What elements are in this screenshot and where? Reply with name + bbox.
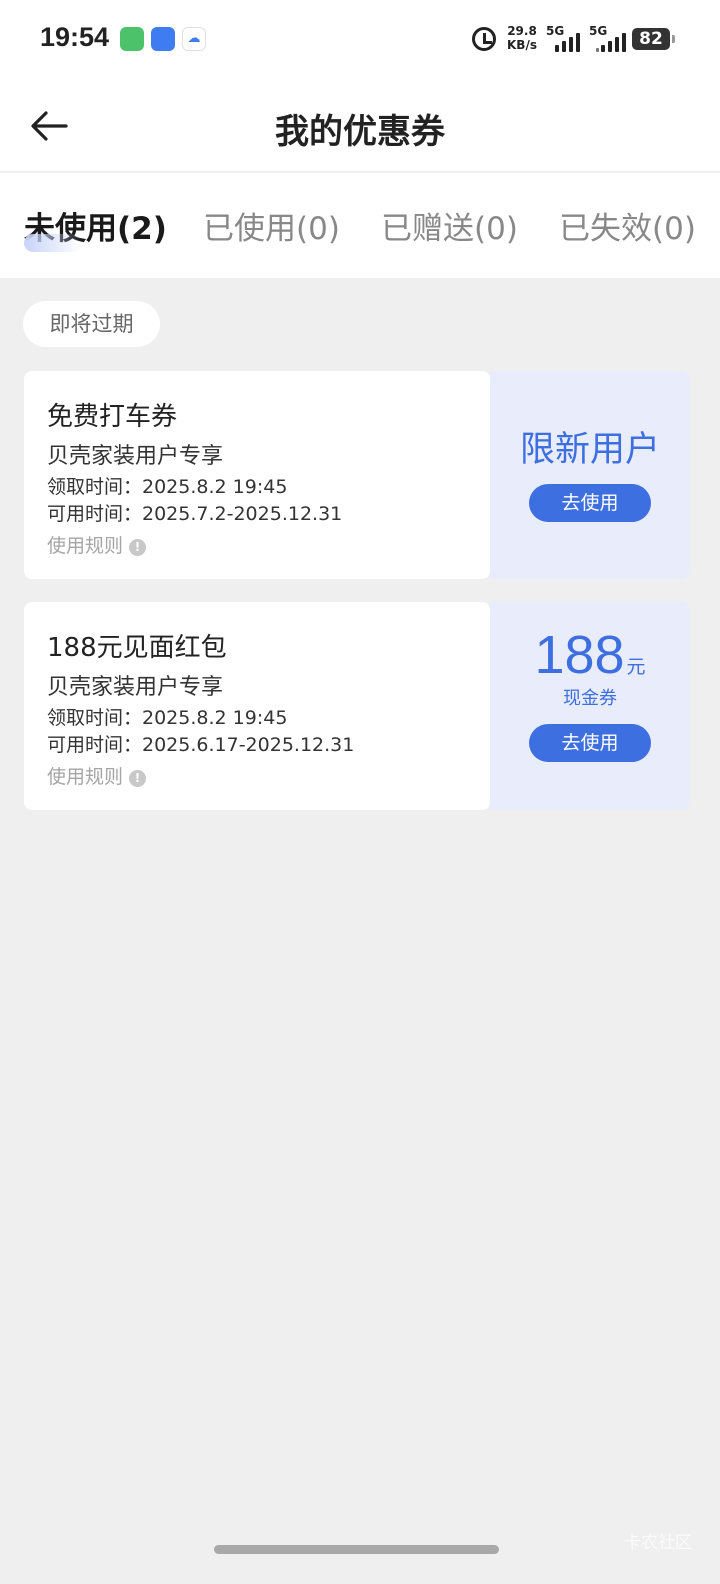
usage-rules-label: 使用规则 <box>47 766 124 788</box>
coupon-valid-period: 可用时间：2025.7.2-2025.12.31 <box>47 503 343 525</box>
tab-used[interactable]: 已使用(0) <box>203 203 340 248</box>
usage-rules-link[interactable]: 使用规则! <box>47 531 147 558</box>
coupon-subtitle: 贝壳家装用户专享 <box>47 444 224 469</box>
phone-app-icon <box>120 27 144 51</box>
info-icon: ! <box>129 539 147 556</box>
tab-gifted[interactable]: 已赠送(0) <box>381 203 518 248</box>
signal-icon-2 <box>596 30 626 52</box>
usage-rules-link[interactable]: 使用规则! <box>47 762 147 789</box>
amount-unit: 元 <box>626 656 646 678</box>
status-bar: 19:54 ☁ 29.8 KB/s 5G 5G 82 <box>0 0 720 80</box>
watermark: 卡农社区 <box>624 1533 692 1553</box>
usage-rules-label: 使用规则 <box>47 535 124 557</box>
coupon-received-time: 领取时间：2025.8.2 19:45 <box>47 707 288 729</box>
network-speed-unit: KB/s <box>507 38 537 52</box>
header-bar: 我的优惠券 <box>0 80 720 172</box>
use-coupon-button[interactable]: 去使用 <box>529 724 651 762</box>
page-title: 我的优惠券 <box>275 112 445 152</box>
coupon-card-cash: 188元见面红包 贝壳家装用户专享 领取时间：2025.8.2 19:45 可用… <box>24 602 690 810</box>
coupon-name: 免费打车券 <box>47 402 178 432</box>
coupon-card-taxi: 免费打车券 贝壳家装用户专享 领取时间：2025.8.2 19:45 可用时间：… <box>24 371 690 579</box>
coupon-details: 188元见面红包 贝壳家装用户专享 领取时间：2025.8.2 19:45 可用… <box>24 602 490 810</box>
signal-icon <box>555 30 583 52</box>
coupon-details: 免费打车券 贝壳家装用户专享 领取时间：2025.8.2 19:45 可用时间：… <box>24 371 490 579</box>
info-icon: ! <box>129 770 147 787</box>
amount-type: 现金券 <box>563 688 617 709</box>
network-speed-value: 29.8 <box>507 24 537 38</box>
coupon-subtitle: 贝壳家装用户专享 <box>47 675 224 700</box>
coupon-received-time: 领取时间：2025.8.2 19:45 <box>47 476 288 498</box>
coupon-amount: 188 元 <box>490 624 690 686</box>
alarm-icon <box>472 27 496 51</box>
tab-expired[interactable]: 已失效(0) <box>559 203 696 248</box>
cloud-app-icon: ☁ <box>182 27 206 51</box>
tab-bar: 未使用(2) 已使用(0) 已赠送(0) 已失效(0) <box>0 173 720 278</box>
status-time: 19:54 <box>40 22 110 52</box>
coupon-value-panel: 188 元 现金券 去使用 <box>490 602 690 810</box>
browser-app-icon <box>151 27 175 51</box>
network-speed: 29.8 KB/s <box>505 24 539 52</box>
amount-value: 188 <box>534 625 625 685</box>
active-tab-indicator <box>24 234 82 252</box>
use-coupon-button[interactable]: 去使用 <box>529 484 651 522</box>
new-user-badge: 限新用户 <box>519 430 660 470</box>
expiring-soon-chip: 即将过期 <box>23 301 160 347</box>
coupon-name: 188元见面红包 <box>47 633 227 663</box>
home-indicator[interactable] <box>214 1545 499 1554</box>
coupon-valid-period: 可用时间：2025.6.17-2025.12.31 <box>47 734 355 756</box>
battery-icon: 82 <box>632 28 675 50</box>
coupon-value-panel: 限新用户 去使用 <box>490 371 690 579</box>
